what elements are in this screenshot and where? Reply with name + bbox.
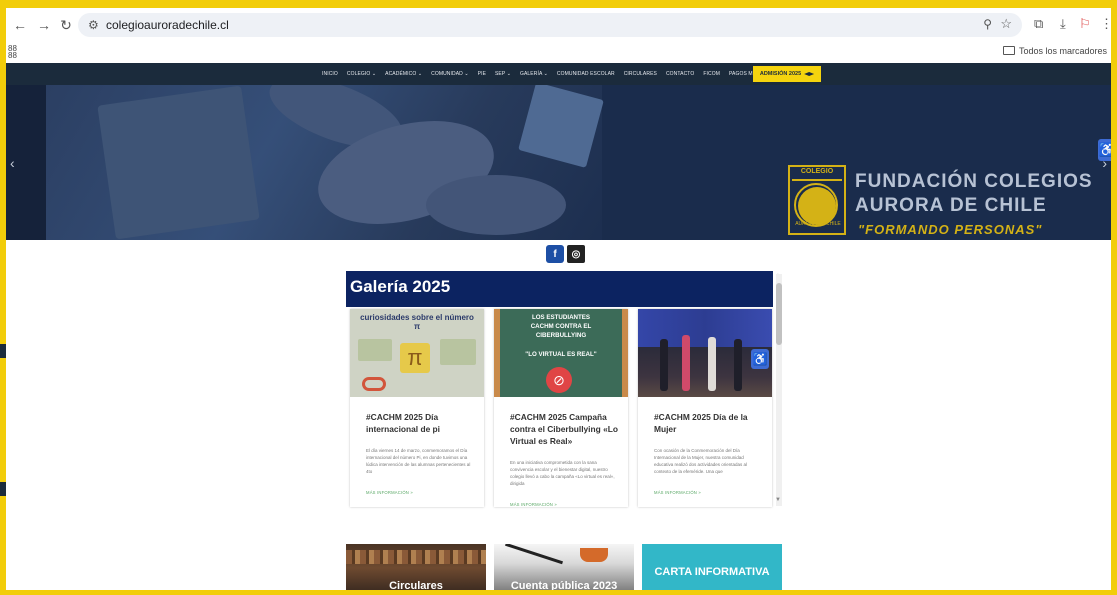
- accessibility-icon[interactable]: ♿: [751, 349, 769, 369]
- accessibility-icon[interactable]: ♿: [1098, 139, 1111, 161]
- bookmarks-bar: 88 88 Todos los marcadores: [6, 42, 1111, 62]
- no-phone-icon: ⊘: [546, 367, 572, 393]
- menu-item-pie[interactable]: PIE: [478, 71, 486, 77]
- cuenta-publica-label: Cuenta pública 2023: [510, 580, 618, 590]
- card-excerpt: En una iniciativa comprometida con la sa…: [510, 460, 615, 486]
- gallery-title: Galería 2025: [350, 277, 451, 296]
- zoom-icon[interactable]: ⚲: [983, 17, 992, 31]
- admission-label: ADMISIÓN 2025: [759, 71, 802, 77]
- infinity-icon: [362, 377, 386, 391]
- hero-hand-shape: [426, 175, 566, 235]
- brand-line-1: FUNDACIÓN COLEGIOS: [855, 171, 1093, 192]
- circulares-label: Circulares: [389, 580, 443, 590]
- menu-item-contacto[interactable]: CONTACTO: [666, 71, 694, 77]
- menu-item-colegio[interactable]: COLEGIO ⌄: [347, 71, 376, 77]
- card-excerpt: Con ocasión de la Conmemoración del Día …: [654, 448, 748, 474]
- browser-toolbar: ← → ↻ ⚙ colegioauroradechile.cl ⚲ ☆ ⧉ ⤓ …: [6, 8, 1111, 42]
- menu-item-comunidad[interactable]: COMUNIDAD ⌄: [431, 71, 469, 77]
- hero-slider: ‹ › COLEGIO AURORA DE CHILE FUNDACIÓN CO…: [6, 85, 1111, 240]
- folder-icon: [1002, 46, 1015, 55]
- gallery-card[interactable]: #CACHM 2025 Día de la Mujer Con ocasión …: [638, 309, 772, 507]
- reload-icon[interactable]: ↻: [58, 17, 74, 33]
- bookmark-star-icon[interactable]: ☆: [1000, 16, 1012, 32]
- browser-window: ← → ↻ ⚙ colegioauroradechile.cl ⚲ ☆ ⧉ ⤓ …: [6, 8, 1111, 590]
- menu-item-academico[interactable]: ACADÉMICO ⌄: [385, 71, 422, 77]
- gallery-section: Galería 2025 curiosidades sobre el númer…: [346, 271, 774, 507]
- cuenta-publica-card[interactable]: Cuenta pública 2023: [494, 544, 634, 590]
- brand-line-2: AURORA DE CHILE: [855, 195, 1047, 216]
- bookmarks-folder[interactable]: Todos los marcadores: [1002, 46, 1107, 56]
- menu-item-ficom[interactable]: FICOM: [703, 71, 720, 77]
- card-image-ciberbullying[interactable]: LOS ESTUDIANTES CACHM CONTRA EL CIBERBUL…: [494, 309, 628, 397]
- circulares-card[interactable]: Circulares: [346, 544, 486, 590]
- bookmarks-folder-label: Todos los marcadores: [1018, 46, 1107, 56]
- download-icon[interactable]: ⤓: [1060, 16, 1066, 32]
- photo-person-shape: [734, 339, 742, 391]
- address-bar[interactable]: ⚙ colegioauroradechile.cl ⚲ ☆: [78, 13, 1022, 37]
- site-nav: INICIO COLEGIO ⌄ ACADÉMICO ⌄ COMUNIDAD ⌄…: [6, 63, 1111, 85]
- gallery-scrollbar[interactable]: [776, 274, 782, 506]
- emblem-label: COLEGIO: [800, 168, 834, 175]
- coffee-cup-shape: [580, 548, 608, 562]
- graduation-cap-icon: [804, 72, 815, 76]
- card-image-caption: LOS ESTUDIANTES CACHM CONTRA EL CIBERBUL…: [530, 314, 592, 339]
- gallery-card[interactable]: curiosidades sobre el número π π #CACHM …: [350, 309, 484, 507]
- carta-informativa-card[interactable]: CARTA INFORMATIVA: [642, 544, 782, 590]
- menu-item-comunidad-escolar[interactable]: COMUNIDAD ESCOLAR: [557, 71, 615, 77]
- scrollbar-thumb[interactable]: [776, 283, 782, 345]
- main-menu: INICIO COLEGIO ⌄ ACADÉMICO ⌄ COMUNIDAD ⌄…: [322, 63, 801, 85]
- instagram-icon[interactable]: ◎: [567, 245, 585, 263]
- extensions-icon[interactable]: ⧉: [1034, 16, 1043, 32]
- menu-item-circulares[interactable]: CIRCULARES: [624, 71, 657, 77]
- school-emblem-logo: COLEGIO AURORA DE CHILE: [788, 165, 846, 235]
- more-info-link[interactable]: MÁS INFORMACIÓN »: [366, 490, 413, 495]
- pen-shape: [505, 544, 563, 565]
- photo-backdrop: [638, 309, 772, 349]
- pi-symbol-icon: π: [400, 343, 430, 373]
- card-title[interactable]: #CACHM 2025 Día internacional de pi: [366, 411, 476, 435]
- card-image-caption: curiosidades sobre el número π: [360, 313, 474, 331]
- photo-person-shape: [660, 339, 668, 391]
- apps-grid-icon[interactable]: 88 88: [8, 45, 17, 60]
- url-text[interactable]: colegioauroradechile.cl: [106, 18, 229, 32]
- poster-note: [358, 339, 392, 361]
- photo-person-shape: [708, 337, 716, 391]
- facebook-icon[interactable]: f: [546, 245, 564, 263]
- back-arrow-icon[interactable]: ←: [12, 17, 28, 33]
- card-excerpt: El día viernes 14 de marzo, conmemoramos…: [366, 448, 471, 474]
- hero-notebook-shape: [97, 85, 260, 240]
- emblem-arc-text: AURORA DE CHILE: [795, 221, 841, 227]
- poster-note: [440, 339, 476, 365]
- card-image-pi[interactable]: curiosidades sobre el número π π: [350, 309, 484, 397]
- books-shelf-shape: [346, 550, 486, 564]
- menu-item-galeria[interactable]: GALERÍA ⌄: [520, 71, 548, 77]
- emblem-bar: [792, 179, 842, 181]
- forward-arrow-icon[interactable]: →: [36, 17, 52, 33]
- card-image-quote: "LO VIRTUAL ES REAL": [525, 351, 597, 358]
- scroll-down-icon[interactable]: ▼: [775, 497, 781, 503]
- card-title[interactable]: #CACHM 2025 Campaña contra el Ciberbully…: [510, 411, 620, 447]
- photo-person-shape: [682, 335, 690, 391]
- site-info-icon[interactable]: ⚙: [88, 18, 99, 32]
- card-title[interactable]: #CACHM 2025 Día de la Mujer: [654, 411, 764, 435]
- more-info-link[interactable]: MÁS INFORMACIÓN »: [510, 502, 557, 507]
- more-info-link[interactable]: MÁS INFORMACIÓN »: [654, 490, 701, 495]
- edge-marker: [0, 482, 6, 496]
- menu-dots-icon[interactable]: ⋮: [1100, 16, 1111, 32]
- slider-prev-icon[interactable]: ‹: [10, 155, 15, 171]
- emblem-sun: [798, 187, 836, 225]
- menu-item-sep[interactable]: SEP ⌄: [495, 71, 511, 77]
- menu-item-inicio[interactable]: INICIO: [322, 71, 338, 77]
- profile-icon[interactable]: ⚐: [1079, 16, 1091, 32]
- carta-informativa-label: CARTA INFORMATIVA: [654, 566, 770, 578]
- gallery-header: Galería 2025: [346, 271, 773, 307]
- admission-button[interactable]: ADMISIÓN 2025: [753, 66, 821, 82]
- brand-tagline: "FORMANDO PERSONAS": [858, 222, 1043, 237]
- gallery-card[interactable]: LOS ESTUDIANTES CACHM CONTRA EL CIBERBUL…: [494, 309, 628, 507]
- edge-marker: [0, 344, 6, 358]
